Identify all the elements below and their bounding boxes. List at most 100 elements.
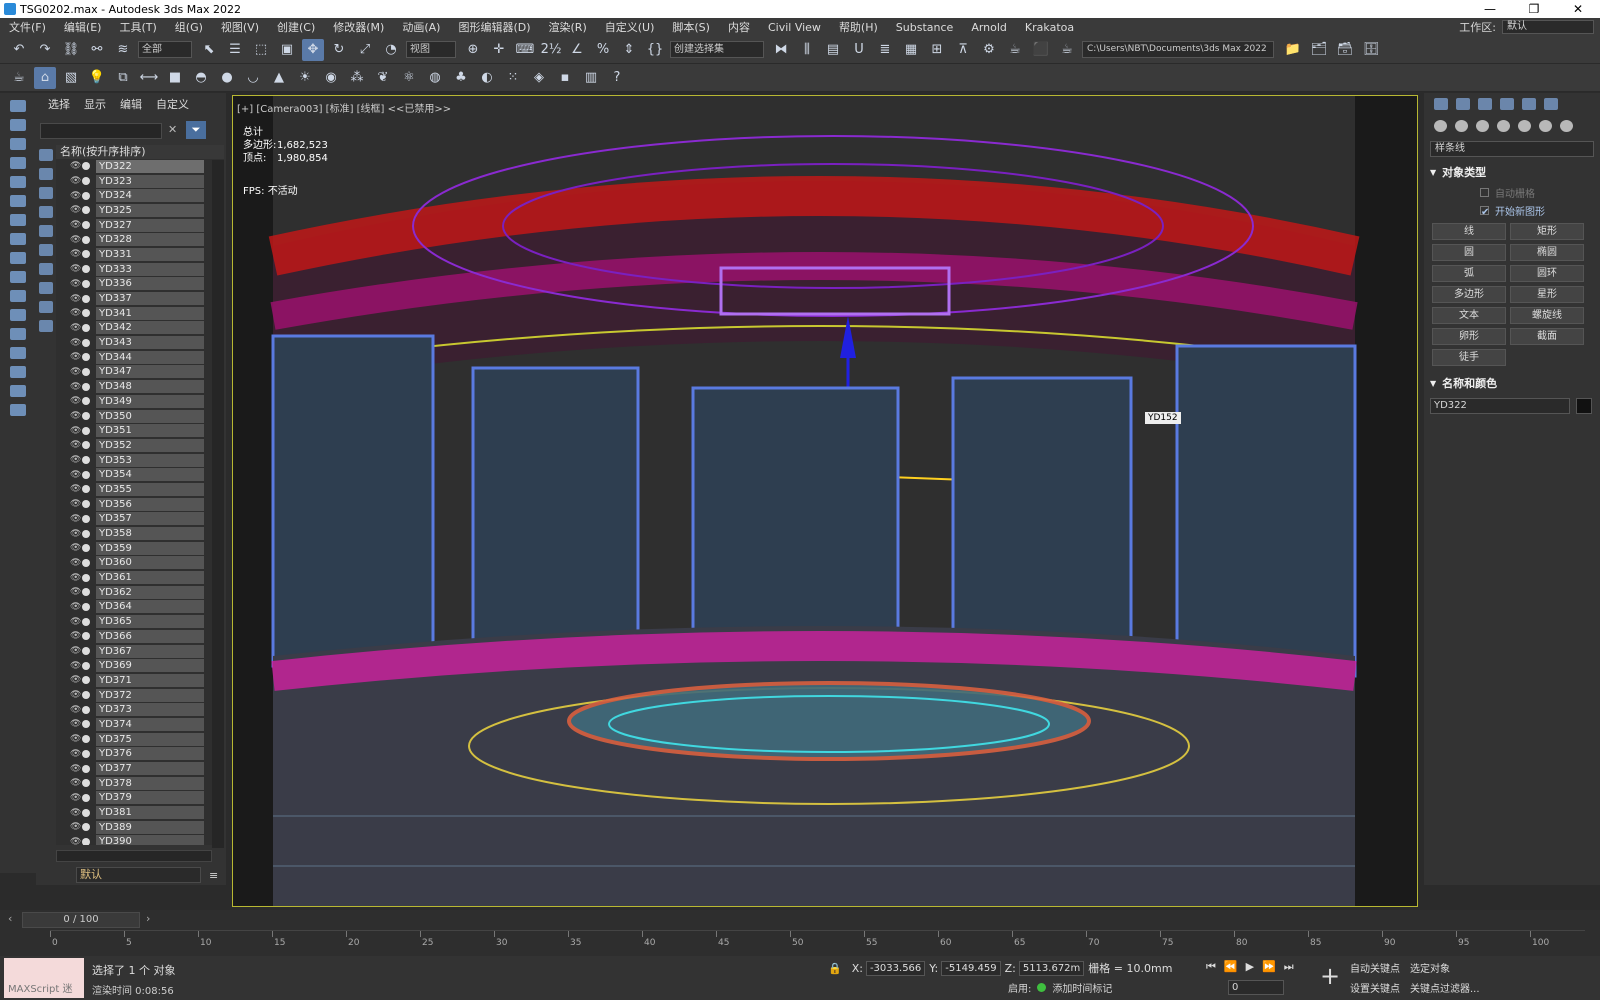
rotate-icon[interactable]: ↻ [328, 39, 350, 61]
list-item[interactable]: 👁 YD356 [56, 497, 224, 512]
snaps-toggle-icon[interactable]: 2½ [540, 39, 562, 61]
visibility-eye-icon[interactable]: 👁 [70, 191, 81, 201]
project-export-icon[interactable]: 🗄 [1360, 39, 1382, 61]
sun-icon[interactable]: ☀ [294, 67, 316, 89]
project-folder-icon[interactable]: 📁 [1282, 39, 1304, 61]
globe-icon[interactable]: ◍ [424, 67, 446, 89]
visibility-eye-icon[interactable]: 👁 [70, 602, 81, 612]
list-item[interactable]: 👁 YD347 [56, 365, 224, 380]
link-icon[interactable]: ⛓ [60, 39, 82, 61]
list-item[interactable]: 👁 YD327 [56, 218, 224, 233]
display-warps-icon[interactable] [39, 244, 53, 256]
strip-lock-icon[interactable] [10, 404, 26, 416]
freeze-dot-icon[interactable] [82, 529, 90, 538]
list-item[interactable]: 👁 YD331 [56, 247, 224, 262]
list-item[interactable]: 👁 YD349 [56, 394, 224, 409]
freeze-dot-icon[interactable] [82, 617, 90, 626]
visibility-eye-icon[interactable]: 👁 [70, 631, 81, 641]
layer-explorer-icon[interactable]: ▤ [822, 39, 844, 61]
list-item[interactable]: 👁 YD341 [56, 306, 224, 321]
help-icon[interactable]: ? [606, 67, 628, 89]
select-object-icon[interactable]: ⬉ [198, 39, 220, 61]
visibility-eye-icon[interactable]: 👁 [70, 308, 81, 318]
list-item[interactable]: 👁 YD323 [56, 174, 224, 189]
object-color-swatch[interactable] [1576, 398, 1592, 414]
visibility-eye-icon[interactable]: 👁 [70, 455, 81, 465]
scene-list-hscrollbar[interactable] [56, 850, 212, 862]
spacewarps-category-icon[interactable] [1539, 120, 1552, 132]
scene-search-input[interactable] [40, 123, 162, 139]
freeze-dot-icon[interactable] [82, 323, 90, 332]
display-helpers-icon[interactable] [39, 225, 53, 237]
list-item[interactable]: 👁 YD361 [56, 570, 224, 585]
strip-funnel-icon[interactable] [10, 385, 26, 397]
freeze-dot-icon[interactable] [82, 426, 90, 435]
list-item[interactable]: 👁 YD371 [56, 673, 224, 688]
visibility-eye-icon[interactable]: 👁 [70, 764, 81, 774]
list-item[interactable]: 👁 YD342 [56, 321, 224, 336]
freeze-dot-icon[interactable] [82, 221, 90, 230]
visibility-eye-icon[interactable]: 👁 [70, 558, 81, 568]
list-item[interactable]: 👁 YD372 [56, 688, 224, 703]
selected-object-dropdown[interactable]: 选定对象 [1410, 960, 1480, 980]
named-selection-dropdown[interactable]: 创建选择集 [670, 41, 764, 58]
visibility-eye-icon[interactable]: 👁 [70, 323, 81, 333]
freeze-dot-icon[interactable] [82, 353, 90, 362]
track-bar[interactable]: 0 5 10 15 20 25 30 35 40 45 50 55 60 65 70 75 80 85 90 95 10… [50, 930, 1585, 954]
freeze-dot-icon[interactable] [82, 558, 90, 567]
visibility-eye-icon[interactable]: 👁 [70, 470, 81, 480]
visibility-eye-icon[interactable]: 👁 [70, 808, 81, 818]
visibility-eye-icon[interactable]: 👁 [70, 338, 81, 348]
freeze-dot-icon[interactable] [82, 441, 90, 450]
display-geometry-icon[interactable] [39, 149, 53, 161]
visibility-eye-icon[interactable]: 👁 [70, 264, 81, 274]
list-item[interactable]: 👁 YD381 [56, 805, 224, 820]
menu-substance[interactable]: Substance [887, 21, 963, 34]
strip-particles-icon[interactable] [10, 290, 26, 302]
freeze-dot-icon[interactable] [82, 367, 90, 376]
goto-start-icon[interactable]: ⏮ [1206, 960, 1216, 974]
schematic-view-icon[interactable]: ⊞ [926, 39, 948, 61]
visibility-eye-icon[interactable]: 👁 [70, 822, 81, 832]
visibility-eye-icon[interactable]: 👁 [70, 220, 81, 230]
visibility-eye-icon[interactable]: 👁 [70, 294, 81, 304]
align-icon[interactable]: ⫼ [796, 39, 818, 61]
selection-filter-dropdown[interactable]: 全部 [138, 41, 192, 58]
restore-button[interactable]: ❐ [1512, 0, 1556, 18]
list-item[interactable]: 👁 YD374 [56, 717, 224, 732]
freeze-dot-icon[interactable] [82, 823, 90, 832]
freeze-dot-icon[interactable] [82, 602, 90, 611]
box-icon[interactable]: ■ [164, 67, 186, 89]
freeze-dot-icon[interactable] [82, 485, 90, 494]
list-item[interactable]: 👁 YD336 [56, 277, 224, 292]
visibility-eye-icon[interactable]: 👁 [70, 235, 81, 245]
freeze-dot-icon[interactable] [82, 676, 90, 685]
freeze-dot-icon[interactable] [82, 749, 90, 758]
display-lights-icon[interactable] [39, 187, 53, 199]
strip-visibility-icon[interactable] [10, 309, 26, 321]
freeze-dot-icon[interactable] [82, 632, 90, 641]
freeze-dot-icon[interactable] [82, 735, 90, 744]
ngon-button[interactable]: 多边形 [1432, 286, 1506, 303]
section-button[interactable]: 截面 [1510, 328, 1584, 345]
minimize-button[interactable]: — [1468, 0, 1512, 18]
list-item[interactable]: 👁 YD364 [56, 600, 224, 615]
freeze-dot-icon[interactable] [82, 294, 90, 303]
visibility-eye-icon[interactable]: 👁 [70, 205, 81, 215]
strip-spacewarps-icon[interactable] [10, 195, 26, 207]
viewport-label[interactable]: [+] [Camera003] [标准] [线框] <<已禁用>> [237, 100, 451, 115]
menu-animation[interactable]: 动画(A) [393, 19, 449, 35]
menu-group[interactable]: 组(G) [166, 19, 212, 35]
list-item[interactable]: 👁 YD360 [56, 556, 224, 571]
menu-arnold[interactable]: Arnold [962, 21, 1016, 34]
list-item[interactable]: 👁 YD343 [56, 335, 224, 350]
light-list-icon[interactable]: 💡 [86, 67, 108, 89]
menu-civil-view[interactable]: Civil View [759, 21, 830, 34]
list-item[interactable]: 👁 YD358 [56, 526, 224, 541]
list-item[interactable]: 👁 YD348 [56, 379, 224, 394]
freeze-dot-icon[interactable] [82, 456, 90, 465]
visibility-eye-icon[interactable]: 👁 [70, 499, 81, 509]
freeze-dot-icon[interactable] [82, 162, 90, 171]
prev-frame-icon[interactable]: ⏪ [1224, 960, 1238, 974]
tab-edit[interactable]: 编辑 [120, 96, 142, 112]
